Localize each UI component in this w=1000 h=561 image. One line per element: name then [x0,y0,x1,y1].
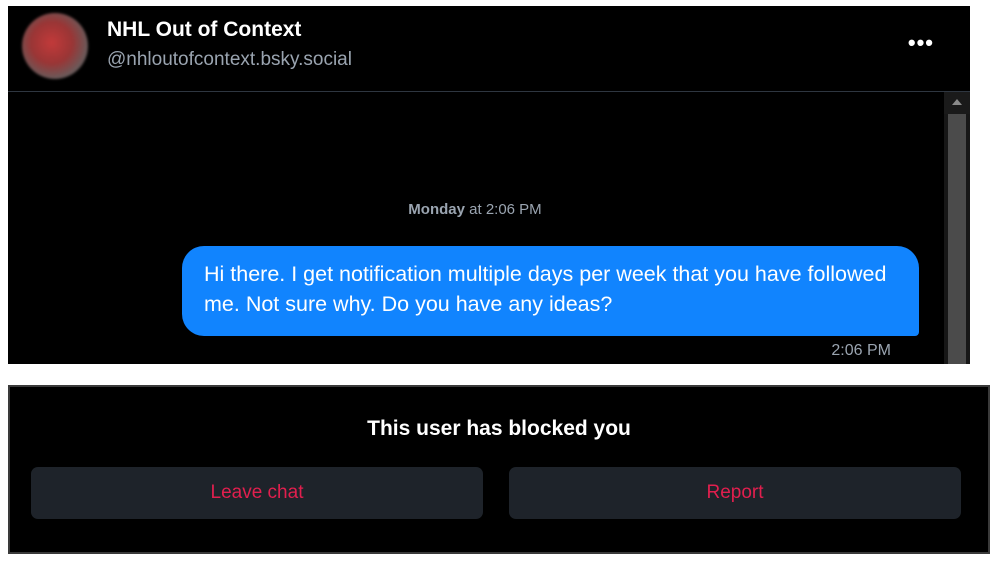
blocked-panel: This user has blocked you Leave chat Rep… [8,385,990,554]
report-button[interactable]: Report [509,467,961,519]
chat-header: NHL Out of Context @nhloutofcontext.bsky… [8,6,970,92]
blocked-message: This user has blocked you [367,417,631,440]
chevron-up-icon [952,99,962,105]
leave-chat-button[interactable]: Leave chat [31,467,483,519]
chat-window: NHL Out of Context @nhloutofcontext.bsky… [8,6,970,364]
message-timestamp: 2:06 PM [831,342,891,359]
display-name[interactable]: NHL Out of Context [107,18,301,42]
more-options-button[interactable]: ••• [908,30,934,56]
date-time: at 2:06 PM [464,201,542,218]
date-separator: Monday at 2:06 PM [8,201,942,218]
scrollbar[interactable] [944,92,970,364]
message-bubble[interactable]: Hi there. I get notification multiple da… [182,246,919,336]
user-handle: @nhloutofcontext.bsky.social [107,49,352,70]
avatar[interactable] [22,13,88,79]
message-list: Monday at 2:06 PM Hi there. I get notifi… [8,92,942,364]
scrollbar-thumb[interactable] [948,114,966,364]
scroll-up-button[interactable] [944,92,970,114]
date-day: Monday [408,201,465,218]
